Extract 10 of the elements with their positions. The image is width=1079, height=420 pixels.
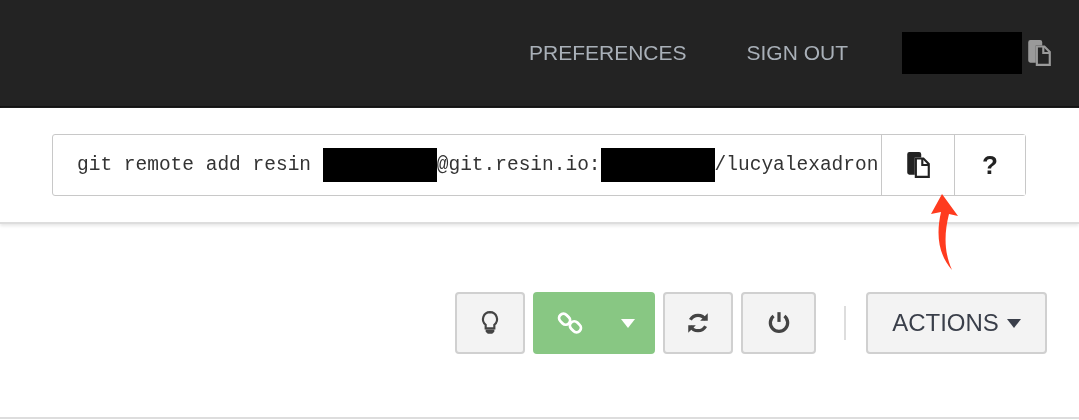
lightbulb-button[interactable]	[455, 292, 525, 354]
caret-icon	[621, 318, 635, 328]
actions-dropdown-button[interactable]: ACTIONS	[866, 292, 1047, 354]
nav-link[interactable]: SIGN OUT	[746, 41, 848, 65]
caret-icon	[1006, 318, 1021, 328]
power-button[interactable]	[741, 292, 816, 354]
link-icon	[557, 310, 583, 336]
nav-link[interactable]: PREFERENCES	[528, 41, 687, 65]
refresh-button[interactable]	[663, 292, 733, 354]
copy-icon[interactable]	[1027, 39, 1051, 67]
